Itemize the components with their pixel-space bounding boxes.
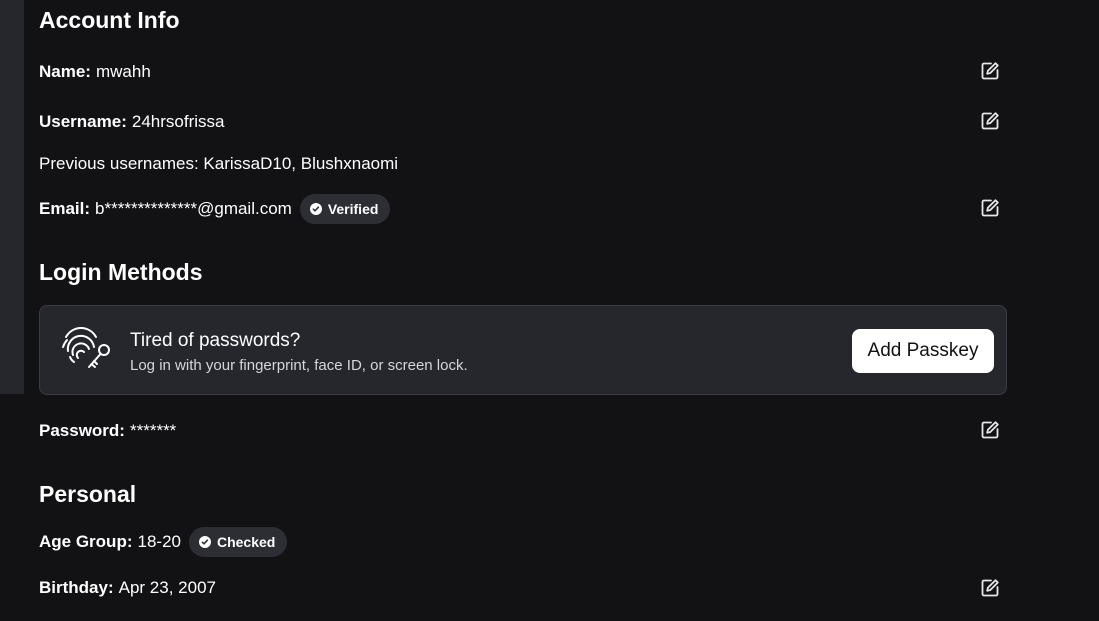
passkey-title: Tired of passwords? (130, 330, 301, 351)
edit-icon (981, 579, 999, 597)
password-value: ******* (129, 421, 177, 440)
username-label: Username: (39, 112, 127, 131)
name-row: Name: mwahh (39, 59, 151, 85)
email-row: Email: b**************@gmail.com Verifie… (39, 194, 391, 224)
edit-username-button[interactable] (979, 110, 1001, 132)
fingerprint-key-icon (60, 323, 116, 375)
left-sidebar-edge (0, 0, 24, 394)
checked-badge: Checked (188, 527, 288, 557)
edit-icon (981, 62, 999, 80)
verified-badge: Verified (299, 194, 391, 224)
login-methods-heading: Login Methods (39, 259, 203, 285)
passkey-card: Tired of passwords? Log in with your fin… (39, 305, 1007, 395)
birthday-value: Apr 23, 2007 (118, 578, 216, 597)
edit-name-button[interactable] (979, 60, 1001, 82)
birthday-row: Birthday: Apr 23, 2007 (39, 575, 216, 601)
passkey-subtitle: Log in with your fingerprint, face ID, o… (130, 357, 468, 374)
username-row: Username: 24hrsofrissa (39, 109, 224, 135)
edit-email-button[interactable] (979, 197, 1001, 219)
username-value: 24hrsofrissa (131, 112, 225, 131)
password-label: Password: (39, 421, 125, 440)
edit-icon (981, 199, 999, 217)
name-value: mwahh (95, 62, 151, 81)
edit-birthday-button[interactable] (979, 577, 1001, 599)
verified-badge-label: Verified (327, 201, 379, 217)
checked-badge-label: Checked (216, 534, 276, 550)
age-group-label: Age Group: (39, 532, 133, 551)
birthday-label: Birthday: (39, 578, 114, 597)
age-group-row: Age Group: 18-20 Checked (39, 527, 288, 557)
edit-password-button[interactable] (979, 419, 1001, 441)
edit-icon (981, 421, 999, 439)
check-circle-icon (309, 203, 322, 215)
name-label: Name: (39, 62, 91, 81)
age-group-value: 18-20 (137, 532, 181, 551)
personal-heading: Personal (39, 481, 137, 507)
account-info-heading: Account Info (39, 7, 180, 33)
previous-usernames: Previous usernames: KarissaD10, Blushxna… (39, 154, 399, 173)
add-passkey-button[interactable]: Add Passkey (852, 329, 994, 373)
password-row: Password: ******* (39, 418, 176, 444)
edit-icon (981, 112, 999, 130)
email-label: Email: (39, 199, 91, 218)
email-value: b**************@gmail.com (95, 199, 292, 218)
check-circle-icon (198, 536, 211, 548)
